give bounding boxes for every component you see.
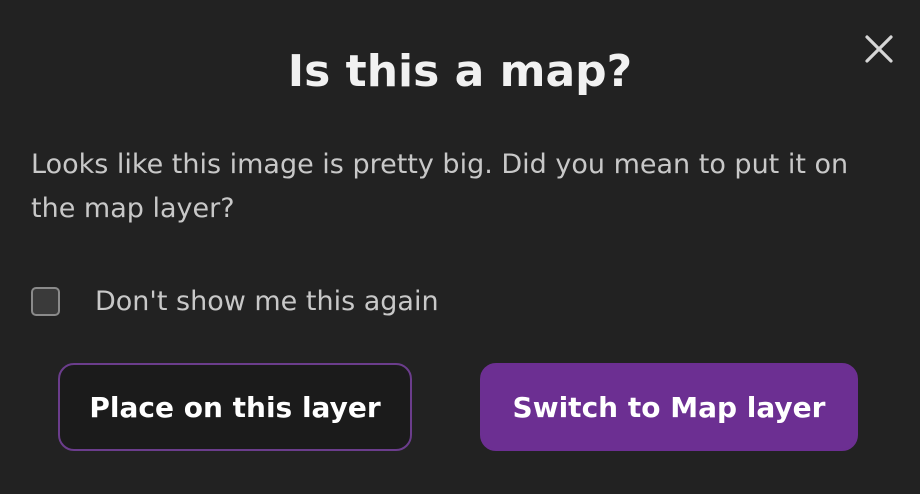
- map-layer-dialog: Is this a map? Looks like this image is …: [0, 0, 920, 494]
- switch-to-map-layer-button[interactable]: Switch to Map layer: [480, 363, 858, 451]
- dont-show-again-checkbox[interactable]: [31, 286, 60, 316]
- dialog-title: Is this a map?: [287, 46, 633, 97]
- dont-show-again-option[interactable]: Don't show me this again: [31, 279, 439, 323]
- dont-show-again-label: Don't show me this again: [95, 285, 439, 317]
- place-on-this-layer-button[interactable]: Place on this layer: [58, 363, 412, 451]
- dialog-message: Looks like this image is pretty big. Did…: [31, 149, 849, 224]
